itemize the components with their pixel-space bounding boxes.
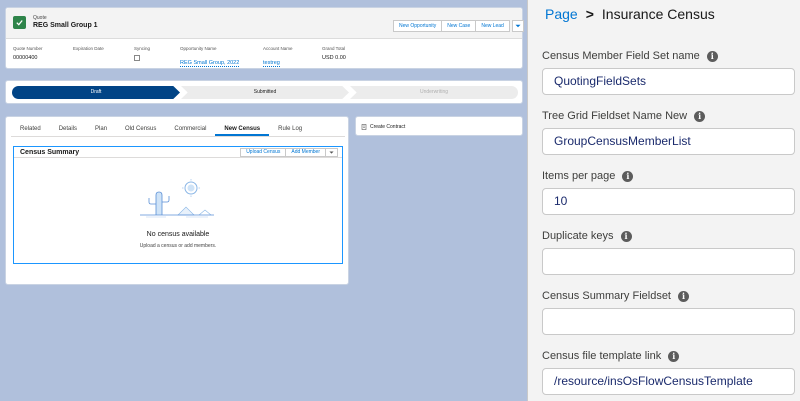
- create-contract-card: Create Contract: [355, 116, 523, 136]
- prop-tree-grid-fieldset: Tree Grid Fieldset Name New i GroupCensus…: [542, 110, 796, 155]
- upload-census-button[interactable]: Upload Census: [240, 148, 287, 157]
- census-summary-header: Census Summary Upload Census Add Member: [14, 147, 342, 158]
- tab-new-census[interactable]: New Census: [215, 122, 270, 136]
- new-lead-button[interactable]: New Lead: [476, 20, 510, 32]
- add-member-button[interactable]: Add Member: [286, 148, 326, 157]
- field-opportunity-name: Opportunity Name REG Small Group, 2022: [180, 46, 240, 67]
- empty-state-title: No census available: [146, 231, 210, 238]
- breadcrumb: Page > Insurance Census: [545, 6, 715, 22]
- census-menu-button[interactable]: [326, 148, 338, 157]
- record-action-group: New Opportunity New Case New Lead: [393, 20, 524, 32]
- prop-duplicate-keys: Duplicate keys i: [542, 230, 796, 275]
- new-opportunity-button[interactable]: New Opportunity: [393, 20, 443, 32]
- census-summary-fieldset-input[interactable]: [542, 308, 795, 335]
- chevron-down-icon: [515, 24, 521, 28]
- info-icon[interactable]: i: [706, 50, 718, 62]
- tab-rule-log[interactable]: Rule Log: [269, 122, 311, 136]
- census-summary-component: Census Summary Upload Census Add Member: [13, 146, 343, 264]
- tab-related[interactable]: Related: [11, 122, 50, 136]
- record-header-top: Quote REG Small Group 1 New Opportunity …: [6, 8, 524, 39]
- census-file-template-input[interactable]: /resource/insOsFlowCensusTemplate: [542, 368, 795, 395]
- empty-desert-illustration-icon: [140, 179, 214, 218]
- tab-commercial[interactable]: Commercial: [165, 122, 215, 136]
- create-contract-label: Create Contract: [370, 124, 406, 130]
- info-icon[interactable]: i: [668, 350, 680, 362]
- census-button-group: Upload Census Add Member: [240, 148, 338, 157]
- create-contract-action[interactable]: Create Contract: [361, 121, 405, 133]
- info-icon[interactable]: i: [622, 170, 634, 182]
- quote-object-icon: [13, 16, 26, 29]
- breadcrumb-separator: >: [585, 6, 594, 22]
- page-canvas: Quote REG Small Group 1 New Opportunity …: [0, 0, 527, 401]
- new-case-button[interactable]: New Case: [442, 20, 477, 32]
- breadcrumb-page-link[interactable]: Page: [545, 6, 578, 22]
- properties-panel: Page > Insurance Census Census Member Fi…: [527, 0, 800, 401]
- account-link[interactable]: testreg: [263, 60, 280, 67]
- field-grand-total: Grand Total USD 0.00: [322, 46, 346, 61]
- stage-path-card: Draft Submitted Underwriting: [5, 80, 523, 104]
- info-icon[interactable]: i: [678, 290, 689, 302]
- path-stage-submitted[interactable]: Submitted: [181, 86, 349, 99]
- object-type-label: Quote: [33, 15, 47, 21]
- info-icon[interactable]: i: [694, 110, 706, 122]
- tab-bar: Related Details Plan Old Census Commerci…: [11, 122, 345, 137]
- field-expiration-date: Expiration Date: [73, 46, 104, 51]
- field-syncing: Syncing: [134, 46, 150, 61]
- stage-path: Draft Submitted Underwriting: [12, 86, 518, 99]
- empty-state-subtitle: Upload a census or add members.: [139, 243, 217, 249]
- record-title: REG Small Group 1: [33, 22, 98, 29]
- prop-census-file-template-link: Census file template link i /resource/ins…: [542, 350, 796, 395]
- field-account-name: Account Name testreg: [263, 46, 293, 67]
- census-summary-title: Census Summary: [20, 149, 80, 156]
- opportunity-link[interactable]: REG Small Group, 2022: [180, 60, 240, 67]
- record-header: Quote REG Small Group 1 New Opportunity …: [5, 7, 524, 69]
- breadcrumb-current: Insurance Census: [601, 6, 715, 22]
- path-stage-underwriting[interactable]: Underwriting: [350, 86, 518, 99]
- field-quote-number: Quote Number 00000400: [13, 46, 43, 61]
- tabs-card: Related Details Plan Old Census Commerci…: [5, 116, 349, 285]
- tree-grid-fieldset-input[interactable]: GroupCensusMemberList: [542, 128, 795, 155]
- prop-census-member-fieldset: Census Member Field Set name i QuotingFie…: [542, 50, 796, 95]
- prop-census-summary-fieldset: Census Summary Fieldset i: [542, 290, 796, 335]
- more-actions-button[interactable]: [511, 20, 524, 32]
- census-member-fieldset-input[interactable]: QuotingFieldSets: [542, 68, 795, 95]
- info-icon[interactable]: i: [620, 230, 632, 242]
- path-stage-draft[interactable]: Draft: [12, 86, 180, 99]
- items-per-page-input[interactable]: 10: [542, 188, 795, 215]
- chevron-down-icon: [329, 151, 334, 154]
- prop-items-per-page: Items per page i 10: [542, 170, 796, 215]
- tab-plan[interactable]: Plan: [86, 122, 116, 136]
- duplicate-keys-input[interactable]: [542, 248, 795, 275]
- document-icon: [361, 124, 367, 130]
- tab-details[interactable]: Details: [50, 122, 86, 136]
- syncing-checkbox: [134, 55, 140, 61]
- tab-old-census[interactable]: Old Census: [116, 122, 165, 136]
